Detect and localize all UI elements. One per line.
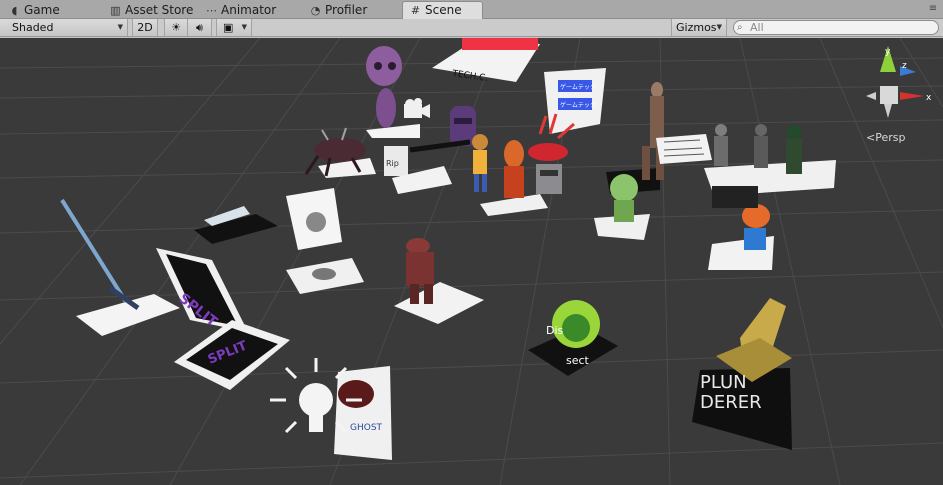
dropdown-caret-icon: ▼ <box>241 23 247 31</box>
grey-robot-model[interactable] <box>536 164 562 194</box>
axis-x-cone[interactable] <box>900 92 924 100</box>
scene-canvas[interactable]: TECH.C. ゲームテック ゲームテック Rip SPLIT SPLIT Di… <box>0 38 943 485</box>
split-marker-b[interactable]: SPLIT <box>174 320 290 390</box>
split-marker-a[interactable]: SPLIT <box>156 248 248 332</box>
tab-animator[interactable]: ⋯ Animator <box>205 2 276 19</box>
store-icon: ▥ <box>110 4 121 17</box>
axis-neg-x-cone[interactable] <box>866 92 876 100</box>
plunderer-marker[interactable]: PLUN DERER <box>692 298 792 450</box>
pacman-icon: ◖ <box>11 4 18 17</box>
ghost-marker[interactable]: GHOST <box>334 366 392 460</box>
card-stand-marker[interactable] <box>286 188 364 294</box>
axis-neg-y-cone[interactable] <box>884 104 892 118</box>
axis-z-label: z <box>902 61 907 71</box>
scene-lighting-toggle[interactable]: ☀ <box>164 19 188 36</box>
tab-asset-store[interactable]: ▥ Asset Store <box>109 2 193 19</box>
profiler-icon: ◔ <box>310 4 321 17</box>
sword-model[interactable] <box>60 198 180 336</box>
plunderer-text-2: DERER <box>700 392 762 413</box>
search-icon: ⌕ <box>737 22 743 33</box>
blueprint-marker[interactable] <box>656 134 712 164</box>
unity-scene-window: ◖ Game ▥ Asset Store ⋯ Animator ◔ Profiler #… <box>0 0 943 485</box>
camera-gizmo-icon[interactable] <box>404 98 430 118</box>
speaker-icon: 🔊︎ <box>196 21 203 34</box>
scene-effects-dropdown[interactable]: ▣ ▼ <box>216 19 252 36</box>
marker-tech-card[interactable]: TECH.C. <box>432 38 540 84</box>
dissect-marker[interactable]: Dis sect <box>528 300 618 376</box>
tab-options-menu-icon[interactable]: ≡ <box>927 3 939 15</box>
tab-profiler[interactable]: ◔ Profiler <box>309 2 368 19</box>
scene-audio-toggle[interactable]: 🔊︎ <box>188 19 212 36</box>
perspective-icon: < <box>866 131 876 144</box>
animator-icon: ⋯ <box>206 4 217 17</box>
scene-orientation-gizmo[interactable]: y z x <box>866 46 932 118</box>
zombie-model[interactable] <box>394 238 484 324</box>
ghost-text: GHOST <box>350 423 383 433</box>
grid-icon: # <box>410 4 421 17</box>
soldier-group-model[interactable] <box>704 124 836 196</box>
sun-icon: ☀ <box>171 21 181 34</box>
projection-toggle[interactable]: <Persp <box>866 131 905 144</box>
tall-humanoid-model[interactable] <box>606 82 664 194</box>
purple-robot-model[interactable] <box>450 106 476 146</box>
scene-search-input[interactable]: ⌕ All <box>733 20 939 35</box>
rip-label: Rip <box>386 159 399 168</box>
editor-tab-bar: ◖ Game ▥ Asset Store ⋯ Animator ◔ Profiler #… <box>0 0 943 20</box>
dropdown-caret-icon: ▼ <box>117 23 123 31</box>
toggle-2d-button[interactable]: 2D <box>132 19 158 36</box>
axis-y-label: y <box>885 47 891 57</box>
dissect-text-1: Dis <box>546 324 564 337</box>
scene-toolbar: Shaded ▼ 2D ☀ 🔊︎ ▣ ▼ Gizmos ▼ ⌕ All <box>0 19 943 37</box>
scene-viewport[interactable]: TECH.C. ゲームテック ゲームテック Rip SPLIT SPLIT Di… <box>0 38 943 485</box>
ad-line-2: ゲームテック <box>560 101 596 109</box>
axis-x-label: x <box>926 93 932 103</box>
blue-kid-model[interactable] <box>708 186 774 270</box>
ad-line-1: ゲームテック <box>560 83 596 91</box>
hero-girl-model[interactable] <box>472 134 488 192</box>
dissect-text-2: sect <box>566 354 590 367</box>
dropdown-caret-icon: ▼ <box>716 23 722 31</box>
gizmos-dropdown[interactable]: Gizmos ▼ <box>671 19 727 36</box>
image-icon: ▣ <box>223 21 234 34</box>
shading-mode-dropdown[interactable]: Shaded ▼ <box>0 19 128 36</box>
plunderer-text-1: PLUN <box>700 372 747 393</box>
tab-game[interactable]: ◖ Game <box>8 2 60 19</box>
purple-alien-model[interactable] <box>366 46 420 138</box>
scene-grid <box>0 38 943 485</box>
tab-scene[interactable]: # Scene <box>402 1 483 20</box>
